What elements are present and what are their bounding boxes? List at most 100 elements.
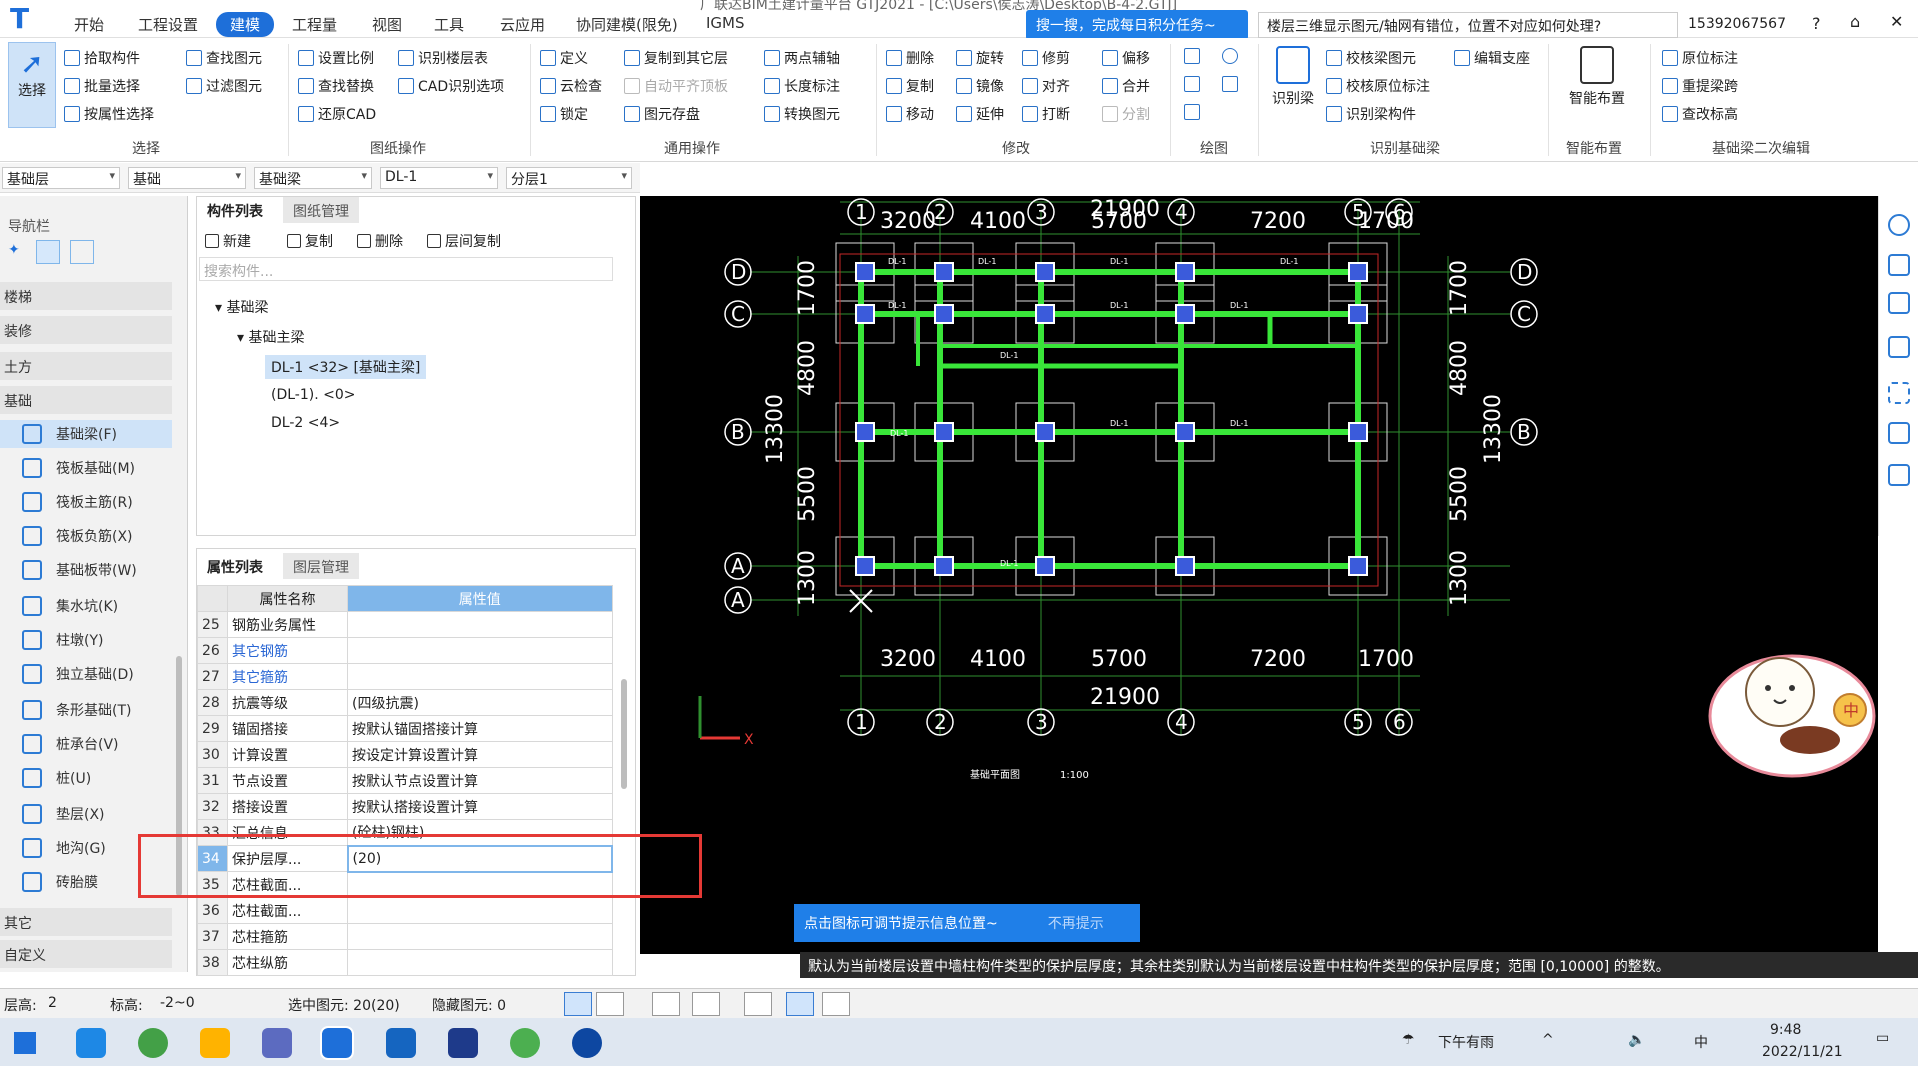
tab-collab[interactable]: 协同建模(限免) bbox=[576, 14, 678, 35]
draw-arc-button[interactable] bbox=[1184, 104, 1200, 120]
original-annotation-button[interactable]: 原位标注 bbox=[1662, 48, 1738, 68]
length-dimension-button[interactable]: 长度标注 bbox=[764, 76, 840, 96]
tab-project-settings[interactable]: 工程设置 bbox=[138, 14, 198, 35]
tree-item-dl2[interactable]: DL-2 <4> bbox=[271, 415, 340, 431]
tab-igms[interactable]: IGMS bbox=[706, 14, 745, 32]
find-element-button[interactable]: 查找图元 bbox=[186, 48, 262, 68]
tab-tools[interactable]: 工具 bbox=[434, 14, 464, 35]
nav-item-sump[interactable]: 集水坑(K) bbox=[0, 592, 172, 620]
property-value[interactable]: 按默认节点设置计算 bbox=[347, 767, 613, 794]
property-value[interactable] bbox=[347, 637, 613, 664]
draw-rect-button[interactable] bbox=[1222, 76, 1238, 92]
help-icon[interactable]: ? bbox=[1812, 14, 1821, 33]
check-beam-button[interactable]: 校核梁图元 bbox=[1326, 48, 1416, 68]
minimize-icon[interactable]: ⌂ bbox=[1850, 12, 1860, 31]
help-search-input[interactable]: 楼层三维显示图元/轴网有错位，位置不对应如何处理? bbox=[1258, 12, 1678, 38]
property-row[interactable]: 29 锚固搭接 按默认锚固搭接计算 bbox=[197, 715, 613, 742]
taskbar-app-6-icon[interactable] bbox=[386, 1028, 416, 1058]
modify-elevation-button[interactable]: 查改标高 bbox=[1662, 104, 1738, 124]
property-row[interactable]: 38 芯柱纵筋 bbox=[197, 949, 613, 976]
pick-component-button[interactable]: 拾取构件 bbox=[64, 48, 140, 68]
taskbar-app-1-icon[interactable] bbox=[76, 1028, 106, 1058]
copy-button[interactable]: 复制 bbox=[886, 76, 934, 96]
tab-cloud[interactable]: 云应用 bbox=[500, 14, 545, 35]
property-row[interactable]: 30 计算设置 按设定计算设置计算 bbox=[197, 741, 613, 768]
save-element-button[interactable]: 图元存盘 bbox=[624, 104, 700, 124]
tree-item-dl1-sub[interactable]: (DL-1). <0> bbox=[271, 387, 356, 403]
property-row[interactable]: 31 节点设置 按默认节点设置计算 bbox=[197, 767, 613, 794]
move-button[interactable]: 移动 bbox=[886, 104, 934, 124]
filter-element-button[interactable]: 过滤图元 bbox=[186, 76, 262, 96]
cloud-check-button[interactable]: 云检查 bbox=[540, 76, 602, 96]
property-value[interactable]: 按设定计算设置计算 bbox=[347, 741, 613, 768]
nav-view-icons[interactable]: ✦ bbox=[6, 240, 102, 264]
clock-date[interactable]: 2022/11/21 bbox=[1762, 1044, 1843, 1060]
convert-element-button[interactable]: 转换图元 bbox=[764, 104, 840, 124]
copy-between-layers-button[interactable]: 层间复制 bbox=[427, 231, 501, 251]
nav-cat-other[interactable]: 其它 bbox=[0, 908, 172, 936]
nav-item-raft-main-rebar[interactable]: 筏板主筋(R) bbox=[0, 488, 172, 516]
property-scrollbar[interactable] bbox=[621, 679, 627, 789]
windows-start-icon[interactable] bbox=[14, 1032, 36, 1054]
property-row[interactable]: 27 其它箍筋 bbox=[197, 663, 613, 690]
component-select[interactable]: DL-1 bbox=[380, 167, 498, 189]
polar-toggle[interactable] bbox=[822, 992, 850, 1016]
nav-item-isolated-footing[interactable]: 独立基础(D) bbox=[0, 660, 172, 688]
select-tool-button[interactable]: ➚ 选择 bbox=[8, 42, 56, 128]
view-3d-icon[interactable] bbox=[1888, 254, 1910, 276]
close-icon[interactable]: ✕ bbox=[1890, 12, 1903, 31]
tip-dismiss-button[interactable]: 不再提示 bbox=[1048, 913, 1104, 933]
taskbar-gtj-icon[interactable] bbox=[320, 1026, 354, 1060]
property-row[interactable]: 32 搭接设置 按默认搭接设置计算 bbox=[197, 793, 613, 820]
nav-cat-foundation[interactable]: 基础 bbox=[0, 386, 172, 414]
weather-icon[interactable]: ☂ bbox=[1402, 1032, 1415, 1048]
nav-cat-custom[interactable]: 自定义 bbox=[0, 940, 172, 968]
tree-node-foundation-beam[interactable]: ▾ 基础梁 bbox=[215, 297, 268, 317]
tree-item-dl1[interactable]: DL-1 <32> [基础主梁] bbox=[265, 355, 427, 379]
tab-property-list[interactable]: 属性列表 bbox=[197, 553, 273, 579]
nav-cat-earth[interactable]: 土方 bbox=[0, 352, 172, 380]
snap-toggle[interactable] bbox=[596, 992, 624, 1016]
delete-button[interactable]: 删除 bbox=[886, 48, 934, 68]
property-value[interactable]: (四级抗震) bbox=[347, 689, 613, 716]
auto-align-slab-button[interactable]: 自动平齐顶板 bbox=[624, 76, 728, 96]
tab-start[interactable]: 开始 bbox=[74, 14, 104, 35]
copy-component-button[interactable]: 复制 bbox=[287, 231, 333, 251]
floor-select[interactable]: 基础层 bbox=[2, 167, 120, 189]
mirror-button[interactable]: 镜像 bbox=[956, 76, 1004, 96]
notice-banner[interactable]: 搜一搜，完成每日积分任务~ bbox=[1026, 10, 1248, 40]
draw-line-button[interactable] bbox=[1184, 76, 1200, 92]
cad-options-button[interactable]: CAD识别选项 bbox=[398, 76, 504, 96]
taskbar-app-4-icon[interactable] bbox=[262, 1028, 292, 1058]
property-row[interactable]: 36 芯柱截面... bbox=[197, 897, 613, 924]
sublayer-select[interactable]: 分层1 bbox=[506, 167, 632, 189]
volume-icon[interactable]: 🔈 bbox=[1628, 1032, 1645, 1048]
drawing-canvas[interactable]: DL-1 DL-1 DL-1 DL-1 DL-1 DL-1 DL-1 DL-1 DL-1 DL-1… bbox=[640, 196, 1878, 954]
user-phone[interactable]: 15392067567 bbox=[1688, 16, 1786, 32]
clock-time[interactable]: 9:48 bbox=[1770, 1022, 1801, 1038]
delete-component-button[interactable]: 删除 bbox=[357, 231, 403, 251]
box-select-icon[interactable] bbox=[1888, 422, 1910, 444]
tab-layer-management[interactable]: 图层管理 bbox=[283, 553, 359, 579]
ortho-toggle[interactable] bbox=[564, 992, 592, 1016]
define-button[interactable]: 定义 bbox=[540, 48, 588, 68]
tray-chevron-icon[interactable]: ^ bbox=[1542, 1032, 1554, 1048]
trim-button[interactable]: 修剪 bbox=[1022, 48, 1070, 68]
recognize-beam-component-button[interactable]: 识别梁构件 bbox=[1326, 104, 1416, 124]
angle-toggle[interactable] bbox=[692, 992, 720, 1016]
taskbar-wechat-icon[interactable] bbox=[510, 1028, 540, 1058]
category-select[interactable]: 基础 bbox=[128, 167, 246, 189]
nav-cat-decoration[interactable]: 装修 bbox=[0, 316, 172, 344]
nav-item-pile[interactable]: 桩(U) bbox=[0, 764, 172, 792]
recognize-floor-table-button[interactable]: 识别楼层表 bbox=[398, 48, 488, 68]
draw-point-button[interactable] bbox=[1184, 48, 1200, 64]
component-search-input[interactable]: 搜索构件... bbox=[199, 257, 613, 281]
list-icon[interactable] bbox=[36, 240, 60, 264]
detail-icon[interactable] bbox=[70, 240, 94, 264]
property-row[interactable]: 26 其它钢筋 bbox=[197, 637, 613, 664]
layer-icon[interactable] bbox=[1888, 336, 1910, 358]
cube-icon[interactable] bbox=[1888, 292, 1910, 314]
nav-item-pile-cap[interactable]: 桩承台(V) bbox=[0, 730, 172, 758]
property-value[interactable] bbox=[347, 949, 613, 976]
new-component-button[interactable]: 新建 bbox=[205, 231, 251, 251]
